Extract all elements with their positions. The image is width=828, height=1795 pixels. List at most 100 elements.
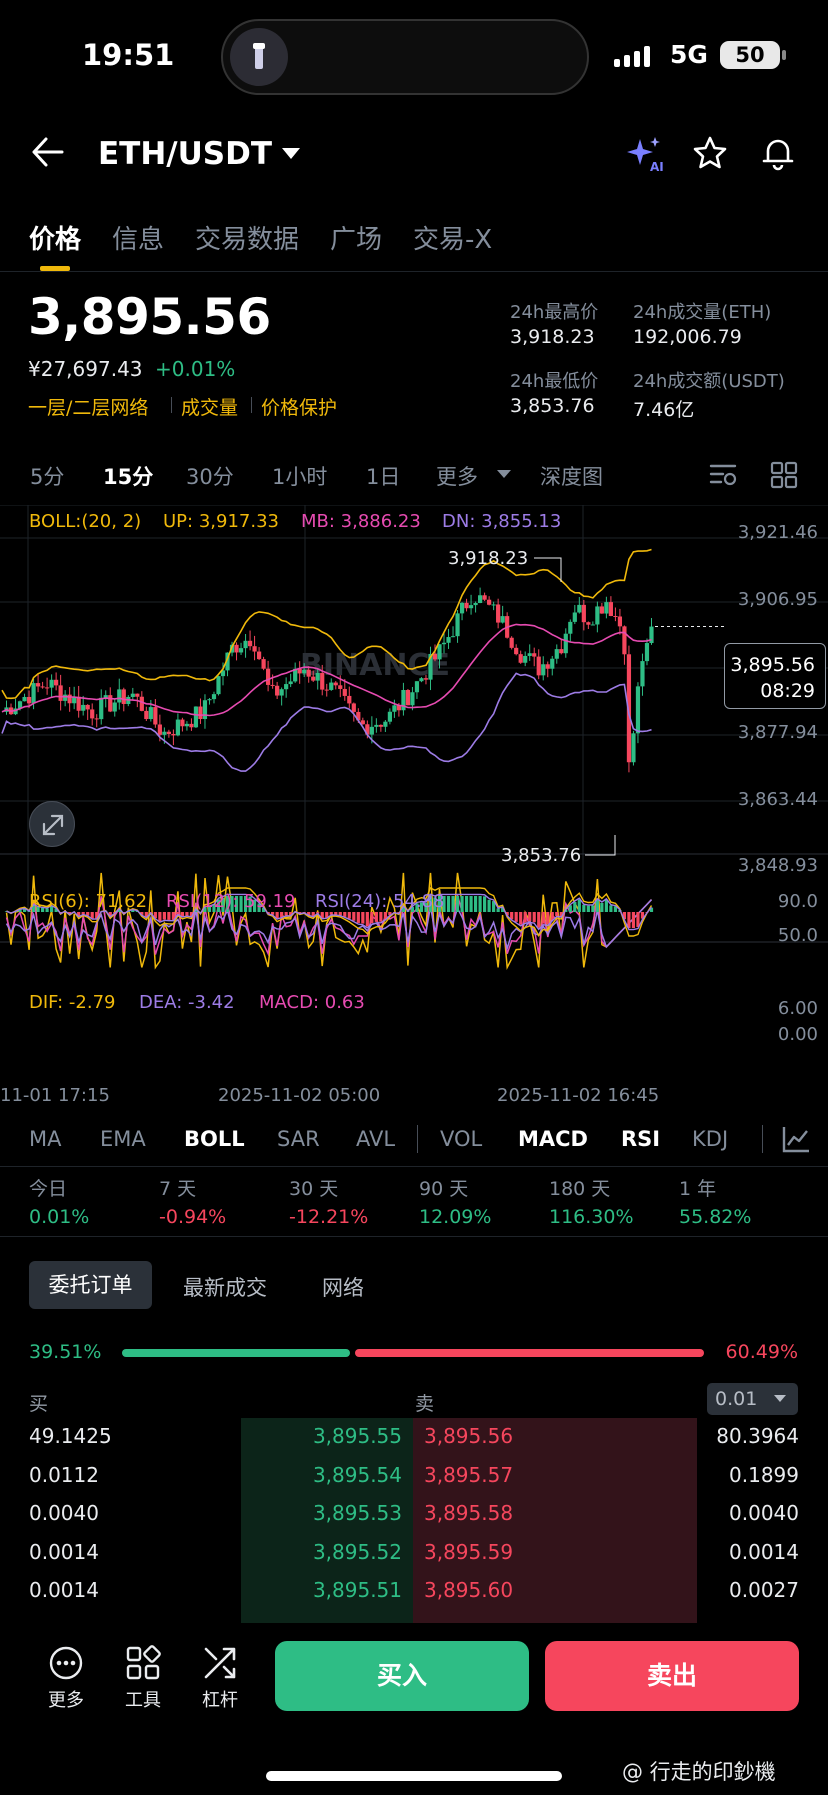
ai-sparkle-icon[interactable]: AI (624, 135, 666, 179)
interval-5m[interactable]: 5分 (30, 461, 64, 491)
home-indicator[interactable] (266, 1771, 562, 1781)
more-label: 更多 (48, 1690, 84, 1711)
interval-1h[interactable]: 1小时 (272, 461, 327, 491)
pair-selector[interactable]: ETH/USDT (98, 136, 272, 172)
stat-low-value: 3,853.76 (510, 395, 595, 417)
candle (26, 696, 32, 704)
candle (216, 676, 221, 695)
period-value: -0.94% (159, 1206, 227, 1228)
macd-bar (483, 896, 487, 912)
macd-bar (361, 912, 365, 924)
bid-qty: 49.1425 (29, 1424, 112, 1448)
macd-bar (455, 896, 460, 912)
ask-price[interactable]: 3,895.58 (424, 1501, 513, 1525)
time-axis-label: 2025-11-02 16:45 (497, 1085, 660, 1106)
macd-bar (528, 912, 532, 922)
expand-icon[interactable] (29, 801, 75, 847)
tab-recent-trades[interactable]: 最新成交 (183, 1272, 267, 1302)
candle (599, 606, 604, 614)
chevron-down-icon[interactable] (282, 148, 300, 159)
tab-order-book[interactable]: 委托订单 (29, 1261, 152, 1309)
candle (256, 651, 262, 660)
more-dots-icon (48, 1645, 84, 1685)
bid-price[interactable]: 3,895.55 (260, 1424, 402, 1448)
indicator-rsi[interactable]: RSI (621, 1127, 660, 1151)
tab-trade-x[interactable]: 交易-X (413, 219, 492, 256)
flashlight-icon (230, 28, 288, 86)
buy-button[interactable]: 买入 (275, 1641, 529, 1711)
candle (613, 616, 618, 618)
macd-bar (370, 912, 374, 924)
tag-price-protection[interactable]: 价格保护 (261, 393, 337, 420)
period-value: 55.82% (679, 1206, 752, 1228)
candle (383, 721, 388, 727)
indicator-vol[interactable]: VOL (440, 1127, 482, 1151)
candle (347, 695, 352, 704)
tag-volume[interactable]: 成交量 (181, 393, 238, 420)
tab-price[interactable]: 价格 (29, 219, 81, 256)
current-price-tag[interactable]: 3,895.56 08:29 (724, 643, 826, 709)
interval-15m[interactable]: 15分 (103, 461, 153, 491)
indicator-avl[interactable]: AVL (356, 1127, 395, 1151)
divider (762, 1125, 763, 1153)
stat-high-value: 3,918.23 (510, 326, 595, 348)
divider (0, 1166, 828, 1167)
interval-more[interactable]: 更多 (436, 461, 478, 491)
bid-price[interactable]: 3,895.54 (260, 1463, 402, 1487)
candle (581, 604, 586, 623)
interval-30m[interactable]: 30分 (186, 461, 234, 491)
sell-button[interactable]: 卖出 (545, 1641, 799, 1711)
precision-select[interactable]: 0.01 (707, 1383, 798, 1415)
stat-low-label: 24h最低价 (510, 371, 599, 392)
tab-network[interactable]: 网络 (322, 1272, 364, 1302)
indicator-sar[interactable]: SAR (277, 1127, 320, 1151)
ask-price[interactable]: 3,895.56 (424, 1424, 513, 1448)
tab-square[interactable]: 广场 (330, 219, 382, 256)
candle (532, 653, 537, 657)
current-price-value: 3,895.56 (730, 654, 815, 676)
stat-volume-value: 192,006.79 (633, 326, 742, 348)
indicator-kdj[interactable]: KDJ (692, 1127, 728, 1151)
ask-price[interactable]: 3,895.59 (424, 1540, 513, 1564)
indicator-ma[interactable]: MA (29, 1127, 61, 1151)
candle (35, 683, 41, 687)
candle (487, 599, 492, 605)
candle (509, 637, 514, 648)
interval-depth[interactable]: 深度图 (540, 461, 603, 491)
indicator-ema[interactable]: EMA (100, 1127, 146, 1151)
back-arrow-icon[interactable] (30, 135, 66, 173)
candle (121, 689, 126, 704)
chart-settings-icon[interactable] (709, 461, 739, 493)
ask-price[interactable]: 3,895.60 (424, 1578, 513, 1602)
candle (311, 676, 316, 681)
bell-icon[interactable] (760, 135, 796, 175)
kline-chart[interactable]: BINANCE (0, 505, 828, 1080)
bid-price[interactable]: 3,895.52 (260, 1540, 402, 1564)
bid-price[interactable]: 3,895.51 (260, 1578, 402, 1602)
candle (590, 624, 595, 626)
macd-bar (347, 912, 351, 919)
candle (518, 654, 523, 663)
tab-trade-data[interactable]: 交易数据 (195, 219, 299, 256)
indicator-macd[interactable]: MACD (518, 1127, 588, 1151)
candle (572, 612, 577, 622)
candle (135, 693, 140, 697)
indicator-boll[interactable]: BOLL (184, 1127, 245, 1151)
candle (157, 724, 162, 735)
period-value: 12.09% (419, 1206, 492, 1228)
candle (586, 622, 591, 625)
bid-price[interactable]: 3,895.53 (260, 1501, 402, 1525)
layout-grid-icon[interactable] (770, 461, 798, 493)
macd-bar (541, 912, 545, 924)
candle (144, 710, 149, 720)
chevron-down-icon[interactable] (497, 470, 511, 478)
tab-info[interactable]: 信息 (112, 219, 164, 256)
tag-l1-l2[interactable]: 一层/二层网络 (28, 393, 148, 420)
status-time: 19:51 (82, 38, 175, 72)
interval-1d[interactable]: 1日 (366, 461, 400, 491)
indicator-settings-icon[interactable] (781, 1124, 811, 1158)
boll-up: UP: 3,917.33 (163, 511, 279, 532)
period-label: 180 天 (549, 1178, 611, 1200)
ask-price[interactable]: 3,895.57 (424, 1463, 513, 1487)
star-icon[interactable] (692, 135, 728, 175)
